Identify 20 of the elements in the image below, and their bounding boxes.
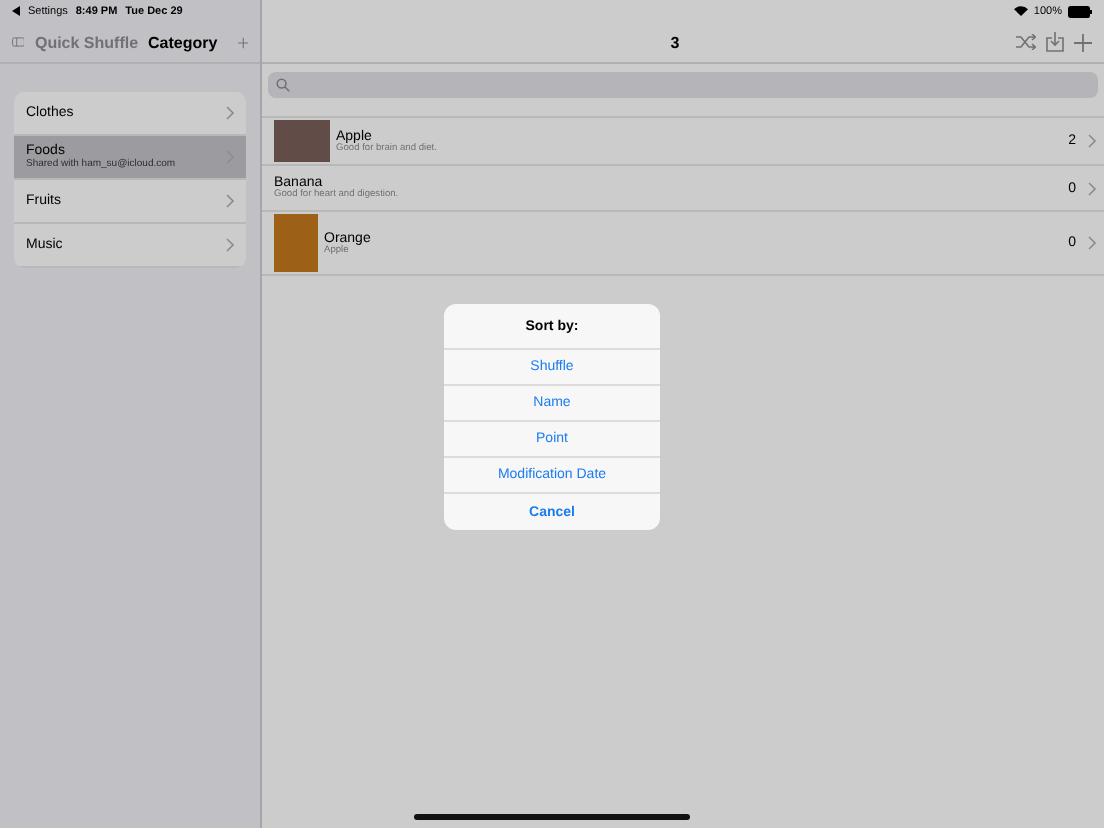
chevron-icon bbox=[1088, 134, 1096, 148]
chevron-icon bbox=[226, 106, 234, 120]
sidebar-toggle-icon[interactable] bbox=[12, 34, 25, 50]
search-icon bbox=[276, 78, 290, 92]
search-field[interactable] bbox=[268, 72, 1098, 98]
add-icon[interactable] bbox=[237, 33, 248, 51]
list-title: 3 bbox=[668, 33, 682, 51]
sidebar-title: Category bbox=[148, 33, 218, 51]
chevron-icon bbox=[1088, 181, 1096, 195]
photo-placeholder bbox=[274, 120, 330, 162]
add-icon[interactable] bbox=[1074, 33, 1092, 51]
photo-placeholder bbox=[274, 214, 318, 272]
back-triangle-icon bbox=[12, 6, 20, 16]
chevron-icon bbox=[226, 238, 234, 252]
back-button[interactable]: Quick Shuffle bbox=[34, 33, 139, 51]
chevron-icon bbox=[1088, 236, 1096, 250]
wifi-icon bbox=[1013, 6, 1028, 16]
shuffle-icon[interactable] bbox=[1016, 34, 1036, 50]
chevron-icon bbox=[226, 194, 234, 208]
battery-icon bbox=[1068, 5, 1092, 17]
